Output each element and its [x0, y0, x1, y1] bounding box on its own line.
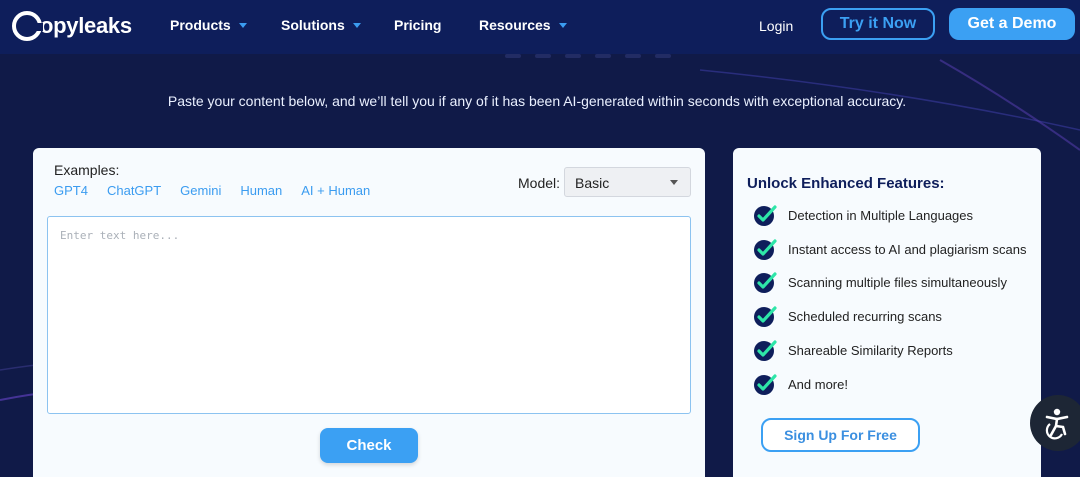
accessibility-icon — [1045, 408, 1069, 440]
chevron-down-icon — [352, 23, 361, 28]
nav-item-label: Pricing — [394, 17, 442, 33]
accessibility-button[interactable] — [1030, 395, 1080, 451]
check-button[interactable]: Check — [320, 428, 418, 463]
check-badge-icon — [754, 239, 777, 260]
feature-item: And more! — [753, 372, 848, 396]
example-human-link[interactable]: Human — [240, 183, 282, 198]
get-a-demo-button[interactable]: Get a Demo — [949, 8, 1075, 40]
feature-text: Detection in Multiple Languages — [788, 207, 974, 223]
text-input[interactable] — [47, 216, 691, 414]
model-select-value: Basic — [575, 175, 610, 191]
examples-label: Examples: — [54, 162, 120, 178]
nav-item-solutions[interactable]: Solutions — [281, 17, 361, 33]
feature-text: And more! — [788, 376, 848, 392]
check-badge-icon — [754, 340, 777, 361]
logo-text: opyleaks — [40, 13, 132, 38]
feature-text: Scanning multiple files simultaneously — [788, 274, 1007, 290]
feature-item: Scanning multiple files simultaneously — [753, 270, 1007, 294]
check-badge-icon — [754, 306, 777, 327]
check-badge-icon — [754, 272, 777, 293]
feature-item: Detection in Multiple Languages — [753, 203, 973, 227]
model-select[interactable]: Basic — [564, 167, 691, 197]
features-panel: Unlock Enhanced Features: Detection in M… — [733, 148, 1041, 477]
logo-mark-icon — [12, 11, 43, 41]
nav-item-label: Products — [170, 17, 231, 33]
chevron-down-icon — [670, 180, 678, 185]
sign-up-for-free-button[interactable]: Sign Up For Free — [761, 418, 920, 452]
feature-item: Scheduled recurring scans — [753, 304, 942, 328]
ai-detector-panel: Examples: GPT4 ChatGPT Gemini Human AI +… — [33, 148, 705, 477]
model-label: Model: — [518, 175, 561, 191]
copyleaks-logo[interactable]: opyleaks — [12, 8, 132, 44]
try-it-now-button[interactable]: Try it Now — [821, 8, 935, 40]
nav-item-label: Solutions — [281, 17, 345, 33]
example-chatgpt-link[interactable]: ChatGPT — [107, 183, 161, 198]
top-nav: opyleaks Products Solutions Pricing Reso… — [0, 0, 1080, 54]
feature-text: Instant access to AI and plagiarism scan… — [788, 241, 1027, 257]
feature-text: Shareable Similarity Reports — [788, 342, 953, 358]
example-gpt4-link[interactable]: GPT4 — [54, 183, 88, 198]
nav-item-label: Resources — [479, 17, 551, 33]
chevron-down-icon — [238, 23, 247, 28]
nav-item-resources[interactable]: Resources — [479, 17, 567, 33]
example-gemini-link[interactable]: Gemini — [180, 183, 221, 198]
check-badge-icon — [754, 205, 777, 226]
tagline: Paste your content below, and we’ll tell… — [167, 93, 907, 109]
feature-text: Scheduled recurring scans — [788, 308, 942, 324]
feature-item: Instant access to AI and plagiarism scan… — [753, 237, 1026, 261]
check-badge-icon — [754, 374, 777, 395]
nav-item-products[interactable]: Products — [170, 17, 247, 33]
chevron-down-icon — [558, 23, 567, 28]
feature-item: Shareable Similarity Reports — [753, 338, 953, 362]
features-title: Unlock Enhanced Features: — [747, 175, 945, 192]
examples-list: GPT4 ChatGPT Gemini Human AI + Human — [54, 183, 370, 198]
example-ai-human-link[interactable]: AI + Human — [301, 183, 370, 198]
nav-item-pricing[interactable]: Pricing — [394, 17, 441, 33]
login-link[interactable]: Login — [759, 18, 793, 34]
